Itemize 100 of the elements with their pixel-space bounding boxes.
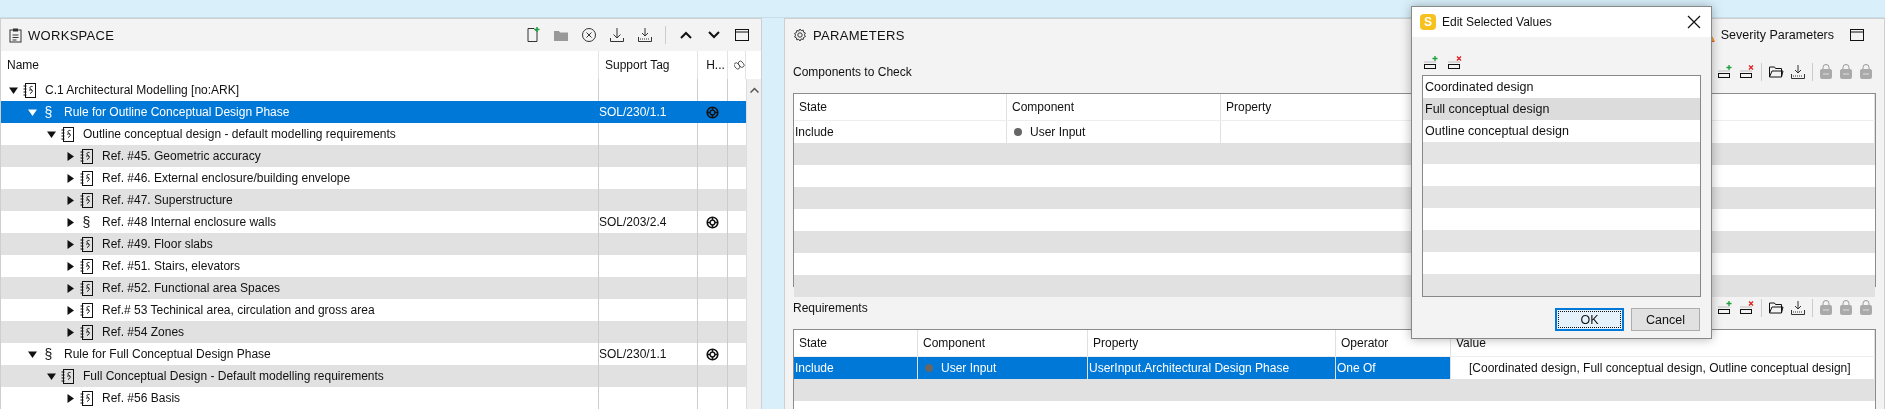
tree-row[interactable]: § Rule for Outline Conceptual Design Phase SOL/230/1.1 <box>1 101 746 123</box>
dialog-button[interactable]: OK <box>1555 308 1624 331</box>
tree-item-label: C.1 Architectural Modelling [no:ARK] <box>45 83 240 97</box>
list-item[interactable]: Coordinated design <box>1423 76 1700 98</box>
column-header[interactable]: Operator <box>1341 336 1389 350</box>
download-tray-icon[interactable] <box>637 27 653 43</box>
expander-icon[interactable] <box>66 283 75 293</box>
expander-icon[interactable] <box>66 261 75 271</box>
column-header[interactable]: Component <box>923 336 986 350</box>
tree-row[interactable]: Ref. #52. Functional area Spaces <box>1 277 746 299</box>
table-cell: Include <box>795 361 834 375</box>
expander-icon[interactable] <box>66 393 75 403</box>
tree-item-label: Ref.# 53 Techinical area, circulation and gross area <box>102 303 375 317</box>
notebook-icon <box>80 148 93 164</box>
close-icon[interactable] <box>1687 15 1701 29</box>
tree-row[interactable]: Full Conceptual Design - Default modelling requirements <box>1 365 746 387</box>
notebook-icon <box>61 368 74 384</box>
dialog-button[interactable]: Cancel <box>1631 308 1700 331</box>
column-header[interactable]: Value <box>1456 336 1486 350</box>
section-label: Components to Check <box>793 65 912 79</box>
column-header[interactable]: Property <box>1226 100 1272 114</box>
expander-icon[interactable] <box>28 349 37 359</box>
download-icon[interactable] <box>609 27 625 43</box>
tree-row[interactable]: Ref. #56 Basis <box>1 387 746 409</box>
support-tag: SOL/203/2.4 <box>599 215 667 229</box>
notebook-icon <box>23 82 36 98</box>
remove-row-icon[interactable] <box>1739 64 1755 80</box>
tree-item-label: Ref. #54 Zones <box>102 325 185 339</box>
tree-item-label: Ref. #52. Functional area Spaces <box>102 281 281 295</box>
gear-icon <box>793 28 807 42</box>
notebook-icon <box>80 192 93 208</box>
app-icon: S <box>1420 14 1436 30</box>
expander-icon[interactable] <box>66 305 75 315</box>
expander-icon[interactable] <box>66 327 75 337</box>
add-row-icon[interactable] <box>1423 55 1439 71</box>
notebook-icon <box>80 390 93 406</box>
column-header[interactable]: Property <box>1093 336 1139 350</box>
list-item[interactable]: Full conceptual design <box>1423 98 1700 120</box>
download-tray-icon[interactable] <box>1790 300 1806 316</box>
tree-item-label: Ref. #46. External enclosure/building envelope <box>102 171 351 185</box>
expander-icon[interactable] <box>9 85 18 95</box>
close-circle-icon[interactable] <box>581 27 597 43</box>
expander-icon[interactable] <box>66 195 75 205</box>
column-header[interactable]: H... <box>706 58 725 72</box>
support-tag: SOL/230/1.1 <box>599 105 667 119</box>
download-tray-icon[interactable] <box>1790 64 1806 80</box>
expander-icon[interactable] <box>66 217 75 227</box>
tree-item-label: Ref. #56 Basis <box>102 391 181 405</box>
section-icon: § <box>80 214 93 230</box>
notebook-icon <box>61 126 74 142</box>
list-item[interactable]: Outline conceptual design <box>1423 120 1700 142</box>
maximize-icon[interactable] <box>1849 27 1865 43</box>
folder-icon[interactable] <box>1768 300 1784 316</box>
tree-item-label: Ref. #45. Geometric accuracy <box>102 149 261 163</box>
tree-item-label: Rule for Outline Conceptual Design Phase <box>64 105 290 119</box>
section-icon: § <box>42 346 55 362</box>
notebook-icon <box>80 302 93 318</box>
expander-icon[interactable] <box>66 173 75 183</box>
tree-row[interactable]: Ref. #54 Zones <box>1 321 746 343</box>
expander-icon[interactable] <box>47 371 56 381</box>
remove-row-icon[interactable] <box>1739 300 1755 316</box>
notebook-icon <box>80 170 93 186</box>
panel-title: PARAMETERS <box>813 27 905 43</box>
dialog-title: Edit Selected Values <box>1442 15 1552 29</box>
scrollbar[interactable] <box>746 79 761 409</box>
table-cell: User Input <box>941 361 997 375</box>
table-cell: UserInput.Architectural Design Phase <box>1089 361 1290 375</box>
column-header[interactable]: Name <box>7 58 39 72</box>
dot-icon <box>1014 128 1022 136</box>
scroll-up-icon[interactable] <box>749 87 759 93</box>
add-row-icon[interactable] <box>1717 300 1733 316</box>
maximize-icon[interactable] <box>734 27 750 43</box>
expander-icon[interactable] <box>66 151 75 161</box>
tree-row[interactable]: Ref. #47. Superstructure <box>1 189 746 211</box>
tree-item-label: Outline conceptual design - default modelling requirements <box>83 127 396 141</box>
severity-parameters-link[interactable]: Severity Parameters <box>1720 28 1834 42</box>
folder-icon[interactable] <box>1768 64 1784 80</box>
table-cell: User Input <box>1030 125 1086 139</box>
remove-row-icon[interactable] <box>1447 55 1463 71</box>
link-icon[interactable] <box>734 58 745 72</box>
clipboard-icon <box>9 27 22 43</box>
column-header[interactable]: State <box>799 100 828 114</box>
add-row-icon[interactable] <box>1717 64 1733 80</box>
section-label: Requirements <box>793 301 868 315</box>
notebook-icon <box>80 280 93 296</box>
table-row[interactable]: Include User Input UserInput.Architectural Design Phase One Of [Coordinated design, Full conceptual design, Outline conceptual design] <box>794 357 1875 379</box>
expander-icon[interactable] <box>47 129 56 139</box>
dot-icon <box>925 364 933 372</box>
tree-item-label: Full Conceptual Design - Default modelling requirements <box>83 369 384 383</box>
tree-row[interactable]: Ref. #49. Floor slabs <box>1 233 746 255</box>
tree-item-label: Ref. #51. Stairs, elevators <box>102 259 241 273</box>
panel-title: WORKSPACE <box>28 27 115 43</box>
column-header[interactable]: Component <box>1012 100 1075 114</box>
new-file-icon[interactable] <box>525 27 541 43</box>
expander-icon[interactable] <box>66 239 75 249</box>
notebook-icon <box>80 324 93 340</box>
tree-row[interactable]: Ref. #45. Geometric accuracy <box>1 145 746 167</box>
column-header[interactable]: Support Tag <box>605 58 670 72</box>
column-header[interactable]: State <box>799 336 828 350</box>
support-tag: SOL/230/1.1 <box>599 347 667 361</box>
